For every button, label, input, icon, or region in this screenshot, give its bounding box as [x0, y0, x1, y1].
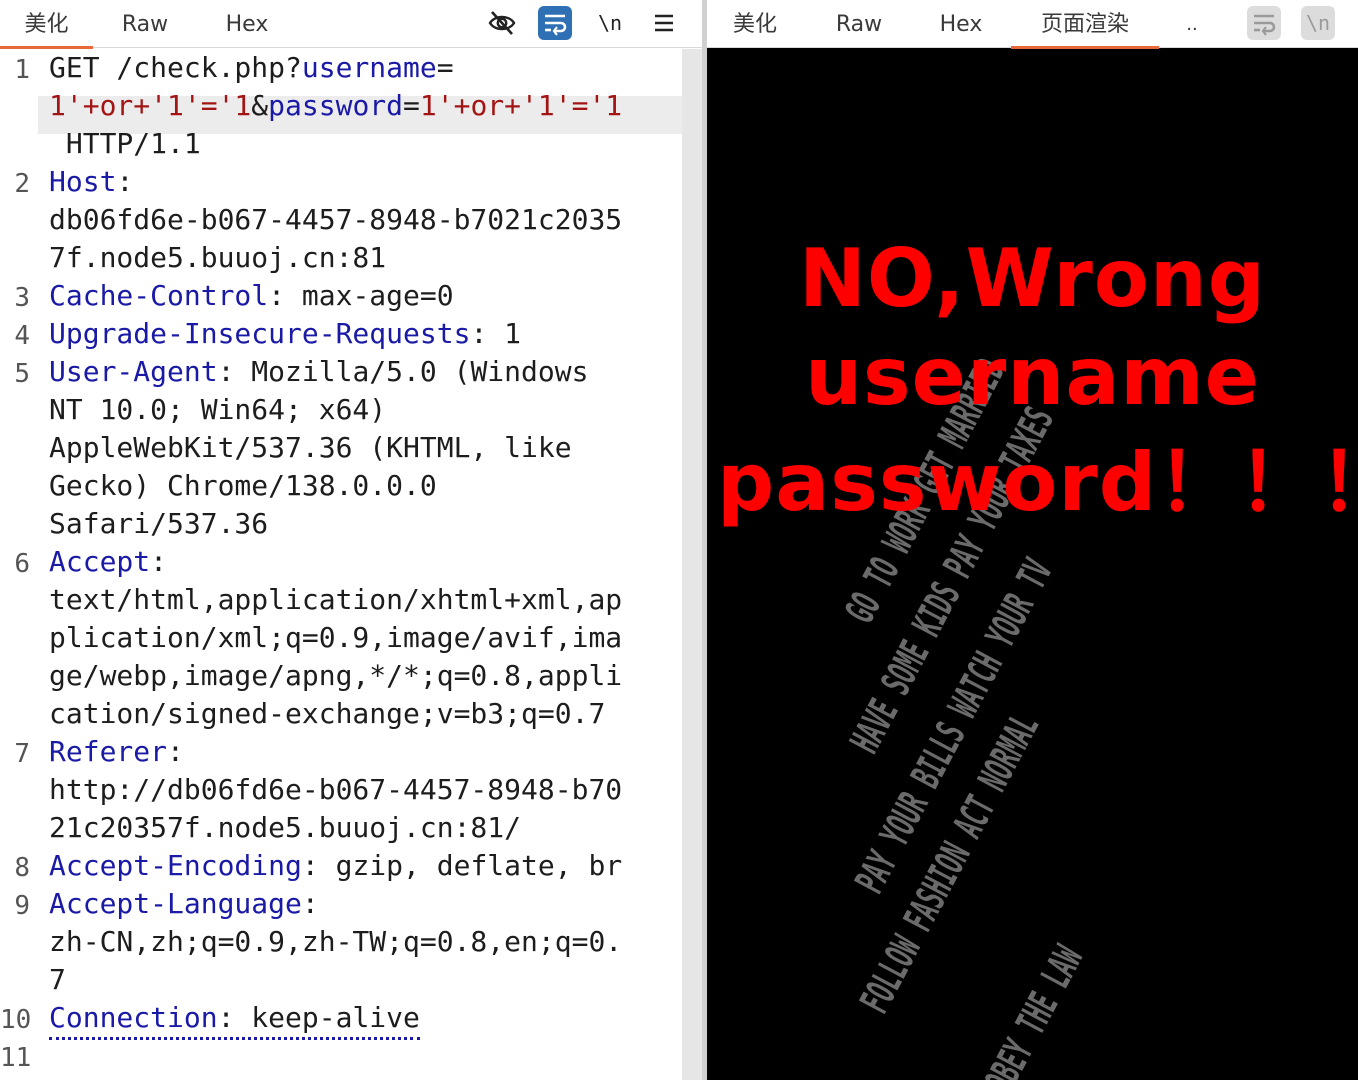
header-host: Host:: [49, 163, 133, 201]
line-number: 9: [14, 891, 30, 921]
header-value: http://db06fd6e-b067-4457-8948-b70: [49, 773, 623, 806]
request-protocol: HTTP/1.1: [49, 127, 201, 160]
hide-icon[interactable]: [485, 6, 519, 40]
tab-page-render[interactable]: 页面渲染: [1011, 0, 1159, 49]
header-value: db06fd6e-b067-4457-8948-b7021c2035: [49, 203, 623, 236]
header-value: cation/signed-exchange;v=b3;q=0.7: [49, 697, 606, 730]
colon: :: [150, 545, 168, 578]
header-upgrade-insecure: Upgrade-Insecure-Requests: 1: [49, 315, 521, 353]
line-number-gutter: 1 2 3 4 5 6 7 8 9 10 11: [0, 49, 38, 1080]
header-value: zh-CN,zh;q=0.9,zh-TW;q=0.8,en;q=0.: [49, 925, 623, 958]
tab-raw[interactable]: Raw: [103, 0, 187, 48]
header-accept-language: Accept-Language:: [49, 885, 319, 923]
newline-icon[interactable]: \n: [1301, 6, 1335, 40]
param-value-password: 1'+or+'1'='1: [419, 89, 623, 122]
newline-icon[interactable]: \n: [593, 6, 627, 40]
response-pane: 美化 Raw Hex 页面渲染 .. \n GO TO WORK GET MAR…: [707, 0, 1358, 1080]
response-tabbar: 美化 Raw Hex 页面渲染 .. \n: [707, 0, 1358, 49]
header-key: Referer: [49, 735, 168, 768]
header-value: plication/xml;q=0.9,image/avif,ima: [49, 621, 623, 654]
colon: :: [268, 279, 286, 312]
header-key: Accept-Encoding: [49, 849, 302, 882]
header-connection: Connection: keep-alive: [49, 999, 420, 1040]
wrap-lines-icon[interactable]: [538, 6, 572, 40]
header-key: Cache-Control: [49, 279, 269, 312]
colon: :: [116, 165, 134, 198]
colon: :: [301, 849, 319, 882]
request-tabbar: 美化 Raw Hex \n: [0, 0, 702, 49]
request-scrollbar[interactable]: [682, 49, 702, 1080]
wrap-lines-icon[interactable]: [1247, 6, 1281, 40]
request-line: GET /check.php?username=: [49, 49, 454, 87]
header-key: Accept: [49, 545, 151, 578]
colon: :: [301, 887, 319, 920]
header-referer: Referer:: [49, 733, 184, 771]
line-number: 1: [14, 55, 30, 85]
equals-sign: =: [403, 89, 420, 122]
header-key: Connection: [49, 1001, 218, 1034]
header-value: Safari/537.36: [49, 507, 269, 540]
line-number: 3: [14, 283, 30, 313]
request-editor[interactable]: 1 2 3 4 5 6 7 8 9 10 11 GET /check.php?u…: [0, 49, 682, 1080]
header-value: keep-alive: [251, 1001, 420, 1034]
header-key: User-Agent: [49, 355, 218, 388]
header-key: Host: [49, 165, 117, 198]
param-value-username: 1'+or+'1'='1: [49, 89, 252, 122]
line-number: 10: [0, 1005, 32, 1035]
method-path: GET /check.php?: [49, 51, 302, 84]
line-number: 2: [14, 169, 30, 199]
error-message-line: NO,Wrong: [798, 232, 1267, 325]
header-value: NT 10.0; Win64; x64): [49, 393, 387, 426]
header-cache-control: Cache-Control: max-age=0: [49, 277, 454, 315]
line-number: 6: [14, 549, 30, 579]
param-key-password: password: [268, 89, 404, 122]
header-value: gzip, deflate, br: [335, 849, 623, 882]
header-accept: Accept:: [49, 543, 167, 581]
header-value: text/html,application/xhtml+xml,ap: [49, 583, 623, 616]
tab-hex[interactable]: Hex: [205, 0, 289, 48]
line-number: 11: [0, 1043, 32, 1073]
line-number: 7: [14, 739, 30, 769]
header-value: AppleWebKit/537.36 (KHTML, like: [49, 431, 572, 464]
colon: :: [470, 317, 488, 350]
colon: :: [167, 735, 184, 768]
header-value: Mozilla/5.0 (Windows: [251, 355, 589, 388]
request-pane: 美化 Raw Hex \n 1 2 3 4 5 6 7 8 9 10 11 GE…: [0, 0, 702, 1080]
tab-raw[interactable]: Raw: [817, 0, 901, 48]
colon: :: [217, 355, 235, 388]
error-message-line: password！！！: [717, 436, 1358, 529]
header-value: 7: [49, 963, 66, 996]
menu-icon[interactable]: [647, 6, 681, 40]
colon: :: [217, 1001, 235, 1034]
header-value: Gecko) Chrome/138.0.0.0: [49, 469, 437, 502]
header-value: max-age=0: [301, 279, 454, 312]
tab-beautify[interactable]: 美化: [0, 0, 93, 49]
request-line-params: 1'+or+'1'='1&password=1'+or+'1'='1: [49, 87, 622, 125]
header-accept-encoding: Accept-Encoding: gzip, deflate, br: [49, 847, 622, 885]
header-value: 7f.node5.buuoj.cn:81: [49, 241, 387, 274]
header-value: ge/webp,image/apng,*/*;q=0.8,appli: [49, 659, 623, 692]
header-key: Accept-Language: [49, 887, 302, 920]
error-message-line: username: [805, 330, 1260, 423]
rendered-page: GO TO WORK GET MARRIED HAVE SOME KIDS PA…: [707, 49, 1358, 1080]
tab-beautify[interactable]: 美化: [707, 0, 803, 48]
tab-more[interactable]: ..: [1177, 0, 1207, 48]
header-user-agent: User-Agent: Mozilla/5.0 (Windows: [49, 353, 588, 391]
equals-sign: =: [436, 51, 454, 84]
line-number: 5: [14, 359, 30, 389]
background-text: OBEY THE LAW: [977, 938, 1093, 1080]
line-number: 4: [14, 321, 30, 351]
header-key: Upgrade-Insecure-Requests: [49, 317, 471, 350]
header-value: 21c20357f.node5.buuoj.cn:81/: [49, 811, 522, 844]
ampersand: &: [251, 89, 269, 122]
tab-hex[interactable]: Hex: [919, 0, 1003, 48]
line-number: 8: [14, 853, 30, 883]
param-key-username: username: [301, 51, 437, 84]
background-image: GO TO WORK GET MARRIED HAVE SOME KIDS PA…: [817, 352, 1117, 1080]
header-value: 1: [504, 317, 522, 350]
